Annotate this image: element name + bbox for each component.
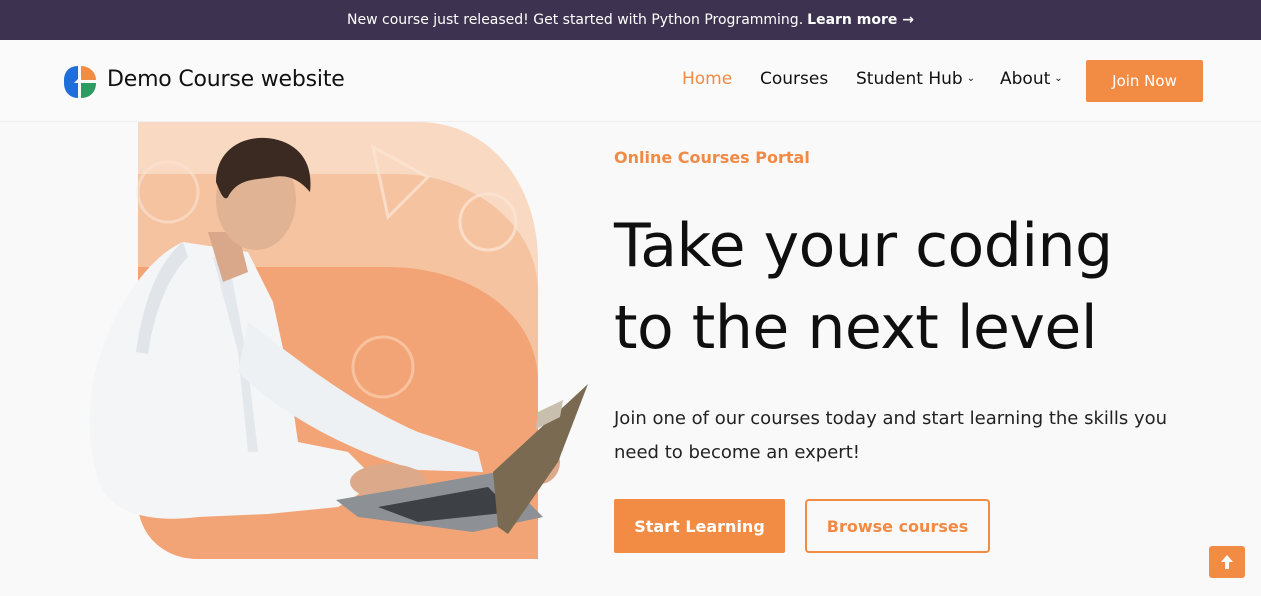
nav-courses[interactable]: Courses (760, 69, 828, 89)
join-now-button[interactable]: Join Now (1086, 60, 1203, 102)
hero-headline-line2: to the next level (614, 293, 1098, 363)
nav-home-label: Home (682, 69, 733, 89)
main-nav: Home Courses Student Hub ⌄ About ⌄ (0, 69, 1261, 95)
nav-home[interactable]: Home (682, 69, 732, 89)
nav-about[interactable]: About ⌄ (1000, 69, 1063, 89)
site-header: Demo Course website Home Courses Student… (0, 40, 1261, 122)
announcement-bar: New course just released! Get started wi… (0, 0, 1261, 40)
nav-courses-label: Courses (760, 69, 829, 89)
hero-subtext: Join one of our courses today and start … (614, 408, 1168, 463)
hero-headline-line1: Take your coding (614, 211, 1113, 281)
chevron-down-icon: ⌄ (966, 73, 976, 84)
hero-headline: Take your coding to the next level (614, 205, 1234, 369)
start-learning-button[interactable]: Start Learning (614, 499, 785, 553)
arrow-up-icon (1221, 555, 1233, 569)
announcement-text: New course just released! Get started wi… (347, 12, 804, 28)
hero-image (89, 122, 588, 559)
learn-more-link[interactable]: Learn more → (807, 12, 914, 28)
nav-student-hub[interactable]: Student Hub ⌄ (856, 69, 975, 89)
nav-about-label: About (1000, 69, 1051, 89)
chevron-down-icon: ⌄ (1054, 73, 1063, 84)
browse-courses-button[interactable]: Browse courses (805, 499, 990, 553)
hero-eyebrow: Online Courses Portal (614, 148, 810, 167)
nav-student-hub-label: Student Hub (856, 69, 963, 89)
scroll-to-top-button[interactable] (1209, 546, 1245, 578)
